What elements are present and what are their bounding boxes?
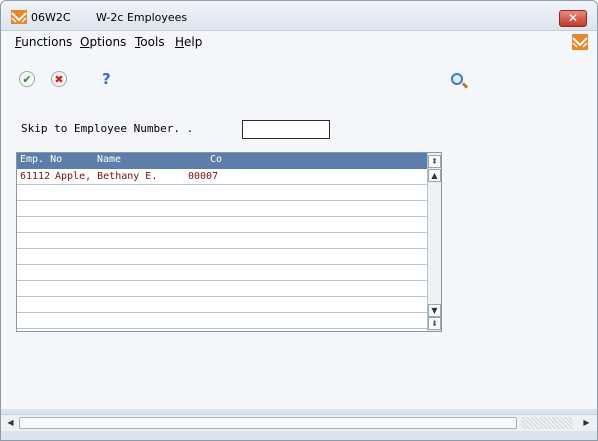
application-window: 06W2C W-2c Employees ✕ Functions Options… [0,0,598,441]
app-logo-icon [11,10,27,24]
table-row[interactable] [17,265,427,281]
column-header-emp-no[interactable]: Emp. No [20,154,62,165]
scroll-down-button[interactable]: ▼ [428,304,441,317]
scroll-left-button[interactable]: ◀ [3,416,18,430]
skip-to-employee-label: Skip to Employee Number. . [21,122,194,135]
employee-grid: Emp. No Name Co 61112 Apple, Bethany E. 00… [16,152,442,332]
scroll-up-button[interactable]: ▲ [428,169,441,182]
cell-name: Apple, Bethany E. [55,171,158,182]
menu-bar: Functions Options Tools Help [1,31,597,53]
table-row[interactable] [17,185,427,201]
menu-options-label: ptions [89,35,127,49]
table-row[interactable] [17,233,427,249]
table-row[interactable] [17,281,427,297]
window-code: 06W2C [31,11,71,24]
menu-help-label: elp [184,35,203,49]
menu-tools-label: ools [140,35,165,49]
menu-functions-label: unctions [21,35,73,49]
menu-help[interactable]: Help [175,35,202,49]
menu-options[interactable]: Options [80,35,126,49]
toolbar: ✔ ✖ ? [1,53,597,89]
scroll-bottom-button[interactable]: ⇟ [428,317,441,330]
scroll-top-button[interactable]: ⇞ [428,155,441,168]
grid-vertical-scrollbar[interactable]: ⇞ ▲ ▼ ⇟ [427,153,441,331]
status-bar [1,431,597,440]
column-header-name[interactable]: Name [97,154,121,165]
title-bar: 06W2C W-2c Employees ✕ [1,1,597,31]
search-icon[interactable] [451,73,463,85]
table-row[interactable] [17,297,427,313]
menu-help-mnemonic: H [175,35,185,49]
grid-rows: 61112 Apple, Bethany E. 00007 [17,169,427,329]
scroll-right-button[interactable]: ▶ [579,416,594,430]
menu-tools[interactable]: Tools [135,35,165,49]
window-title: W-2c Employees [96,11,188,24]
cell-emp-no: 61112 [20,171,51,182]
table-row[interactable] [17,249,427,265]
ok-checkmark-icon[interactable]: ✔ [19,71,35,87]
cell-co: 00007 [188,171,219,182]
close-button[interactable]: ✕ [559,10,587,27]
horizontal-scrollbar[interactable]: ◀ ▶ [1,414,597,431]
table-row[interactable] [17,201,427,217]
resize-grip [521,417,573,429]
cancel-x-icon[interactable]: ✖ [51,71,67,87]
column-header-co[interactable]: Co [210,154,222,165]
horizontal-scroll-thumb[interactable] [19,417,517,429]
table-row[interactable] [17,217,427,233]
grid-header: Emp. No Name Co [17,153,427,169]
help-question-icon[interactable]: ? [102,70,111,88]
brand-logo-icon [572,34,588,50]
table-row[interactable] [17,313,427,329]
menu-functions[interactable]: Functions [15,35,72,49]
table-row[interactable]: 61112 Apple, Bethany E. 00007 [17,169,427,185]
skip-to-employee-input[interactable] [242,120,330,139]
